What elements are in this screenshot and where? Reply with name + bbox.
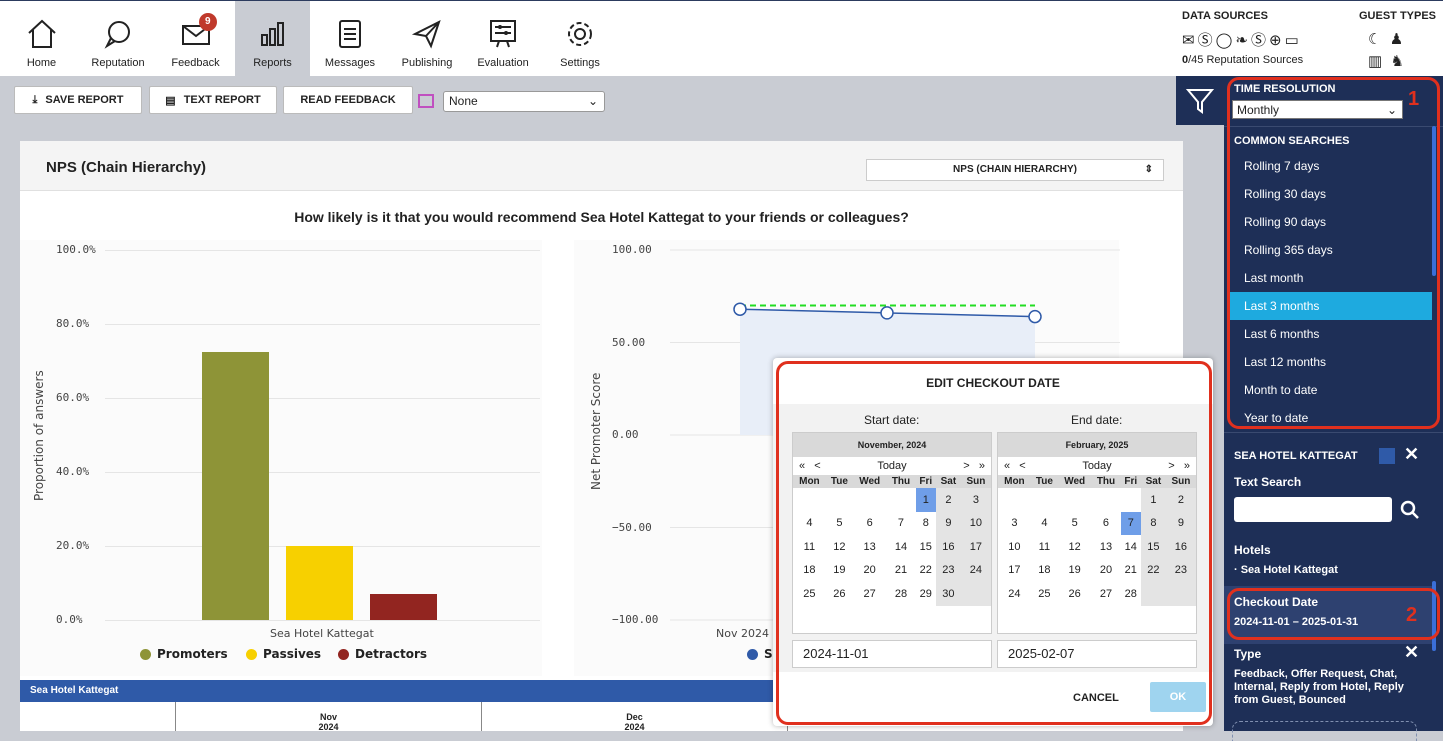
globe-source-icon[interactable]: ⊕ bbox=[1269, 32, 1285, 49]
grid-line bbox=[105, 472, 540, 473]
bar-promoters[interactable] bbox=[202, 351, 269, 620]
bar-y-tick-label: 80.0% bbox=[56, 317, 90, 330]
close-icon[interactable]: ✕ bbox=[1404, 444, 1419, 465]
chevron-down-icon: ⌄ bbox=[587, 94, 598, 108]
feedback-count-badge: 9 bbox=[198, 13, 217, 31]
guest-type-icons[interactable]: ☾ ♟ ▥ ♞ bbox=[1368, 29, 1428, 73]
filter-toggle-button[interactable] bbox=[1176, 76, 1224, 125]
bar-passives[interactable] bbox=[286, 546, 353, 620]
nav-label: Messages bbox=[324, 57, 376, 69]
nav-reputation[interactable]: Reputation bbox=[88, 1, 148, 77]
dollar-source-icon[interactable]: Ⓢ bbox=[1198, 32, 1216, 49]
nav-label: Home bbox=[26, 57, 57, 69]
report-filter-select[interactable]: None ⌄ bbox=[443, 91, 605, 112]
button-label: READ FEEDBACK bbox=[300, 94, 396, 106]
save-report-button[interactable]: ⤓ SAVE REPORT bbox=[14, 86, 142, 114]
bar-y-tick-label: 20.0% bbox=[56, 539, 90, 552]
table-column-header: Dec 2024 bbox=[481, 702, 787, 732]
chat-source-icon[interactable]: ◯ bbox=[1216, 32, 1236, 49]
bar-y-tick-label: 0.0% bbox=[56, 613, 83, 626]
text-report-button[interactable]: ▤ TEXT REPORT bbox=[149, 86, 277, 114]
line-y-axis-label: Net Promoter Score bbox=[589, 372, 603, 490]
nps-data-point[interactable] bbox=[880, 306, 894, 320]
evaluation-icon bbox=[490, 20, 516, 48]
hotels-label: Hotels bbox=[1234, 543, 1271, 557]
nav-label: Reputation bbox=[91, 57, 145, 69]
button-label: SAVE REPORT bbox=[45, 94, 124, 106]
download-icon: ⤓ bbox=[32, 93, 38, 106]
nav-label: Evaluation bbox=[477, 57, 529, 69]
grid-line bbox=[105, 620, 540, 621]
nav-publishing[interactable]: Publishing bbox=[397, 1, 457, 77]
nav-label: Feedback bbox=[171, 57, 220, 69]
text-search-label: Text Search bbox=[1234, 475, 1302, 489]
button-label: TEXT REPORT bbox=[183, 94, 261, 106]
nav-evaluation[interactable]: Evaluation bbox=[473, 1, 533, 77]
book-icon[interactable]: ▥ bbox=[1368, 53, 1382, 70]
top-navigation: Home Reputation 9 Feedback Reports Messa… bbox=[0, 0, 1443, 77]
nps-data-point[interactable] bbox=[1028, 309, 1042, 324]
grid-line bbox=[105, 250, 540, 251]
read-feedback-button[interactable]: READ FEEDBACK bbox=[283, 86, 413, 114]
nav-label: Settings bbox=[560, 57, 600, 69]
moon-icon[interactable]: ☾ bbox=[1368, 31, 1381, 48]
hotel-filter-title: SEA HOTEL KATTEGAT bbox=[1234, 450, 1358, 462]
bar-y-tick-label: 40.0% bbox=[56, 465, 90, 478]
reputation-sources-count: 0/45 Reputation Sources bbox=[1182, 54, 1304, 66]
leaf-source-icon[interactable]: ❧ bbox=[1235, 32, 1251, 49]
guest-types-title: GUEST TYPES bbox=[1359, 10, 1437, 22]
nps-data-point[interactable] bbox=[733, 302, 747, 316]
type-value: Feedback, Offer Request, Chat, Internal,… bbox=[1234, 668, 1404, 706]
nav-settings[interactable]: Settings bbox=[550, 1, 610, 77]
home-icon bbox=[27, 19, 56, 48]
line-y-tick-label: 100.00 bbox=[612, 243, 652, 256]
page-source-icon[interactable]: ▭ bbox=[1285, 32, 1302, 49]
annotation-box-dialog bbox=[776, 361, 1212, 725]
speech-bubble-icon bbox=[104, 21, 130, 49]
bar-chart-icon bbox=[260, 22, 284, 46]
nav-home[interactable]: Home bbox=[14, 1, 69, 77]
nav-reports[interactable]: Reports bbox=[235, 1, 310, 77]
email-source-icon[interactable]: ✉ bbox=[1182, 32, 1198, 49]
grid-line bbox=[105, 398, 540, 399]
close-icon[interactable]: ✕ bbox=[1404, 642, 1419, 663]
document-icon bbox=[339, 20, 361, 48]
legend-dot bbox=[747, 648, 758, 660]
annotation-box-1 bbox=[1227, 77, 1440, 429]
document-icon: ▤ bbox=[165, 94, 176, 107]
color-swatch[interactable] bbox=[1379, 448, 1395, 464]
dollar-circle-source-icon[interactable]: Ⓢ bbox=[1251, 32, 1269, 49]
grid-line bbox=[105, 324, 540, 325]
nav-label: Reports bbox=[253, 57, 292, 69]
line-y-tick-label: −100.00 bbox=[612, 613, 659, 626]
line-x-tick-label: Nov 2024 bbox=[716, 627, 769, 640]
search-icon[interactable] bbox=[1400, 500, 1420, 520]
gear-icon bbox=[568, 22, 592, 46]
hotel-item[interactable]: · Sea Hotel Kattegat bbox=[1234, 564, 1338, 576]
line-y-tick-label: −50.00 bbox=[612, 520, 652, 534]
data-sources-title: DATA SOURCES bbox=[1182, 10, 1268, 22]
funnel-icon bbox=[1186, 89, 1214, 114]
annotation-number-2: 2 bbox=[1406, 604, 1418, 626]
bar-detractors[interactable] bbox=[370, 594, 437, 620]
bar-y-tick-label: 60.0% bbox=[56, 391, 90, 404]
drop-zone[interactable] bbox=[1232, 721, 1417, 741]
nav-feedback[interactable]: 9 Feedback bbox=[168, 1, 223, 77]
paper-plane-icon bbox=[411, 20, 441, 49]
annotation-number-1: 1 bbox=[1408, 88, 1420, 110]
book-icon bbox=[418, 94, 434, 108]
data-source-icons[interactable]: ✉Ⓢ◯❧Ⓢ⊕▭ bbox=[1182, 29, 1302, 50]
table-column-header: Nov 2024 bbox=[175, 702, 481, 732]
text-search-input[interactable] bbox=[1234, 497, 1392, 522]
nav-label: Publishing bbox=[401, 57, 453, 69]
nav-messages[interactable]: Messages bbox=[320, 1, 380, 77]
line-y-tick-label: 50.00 bbox=[612, 335, 646, 349]
group-icon[interactable]: ♞ bbox=[1391, 53, 1404, 70]
bar-y-tick-label: 100.0% bbox=[56, 243, 96, 256]
person-icon[interactable]: ♟ bbox=[1390, 31, 1403, 48]
type-label: Type bbox=[1234, 647, 1262, 661]
line-legend[interactable]: S bbox=[747, 647, 773, 661]
line-y-tick-label: 0.00 bbox=[612, 428, 639, 441]
